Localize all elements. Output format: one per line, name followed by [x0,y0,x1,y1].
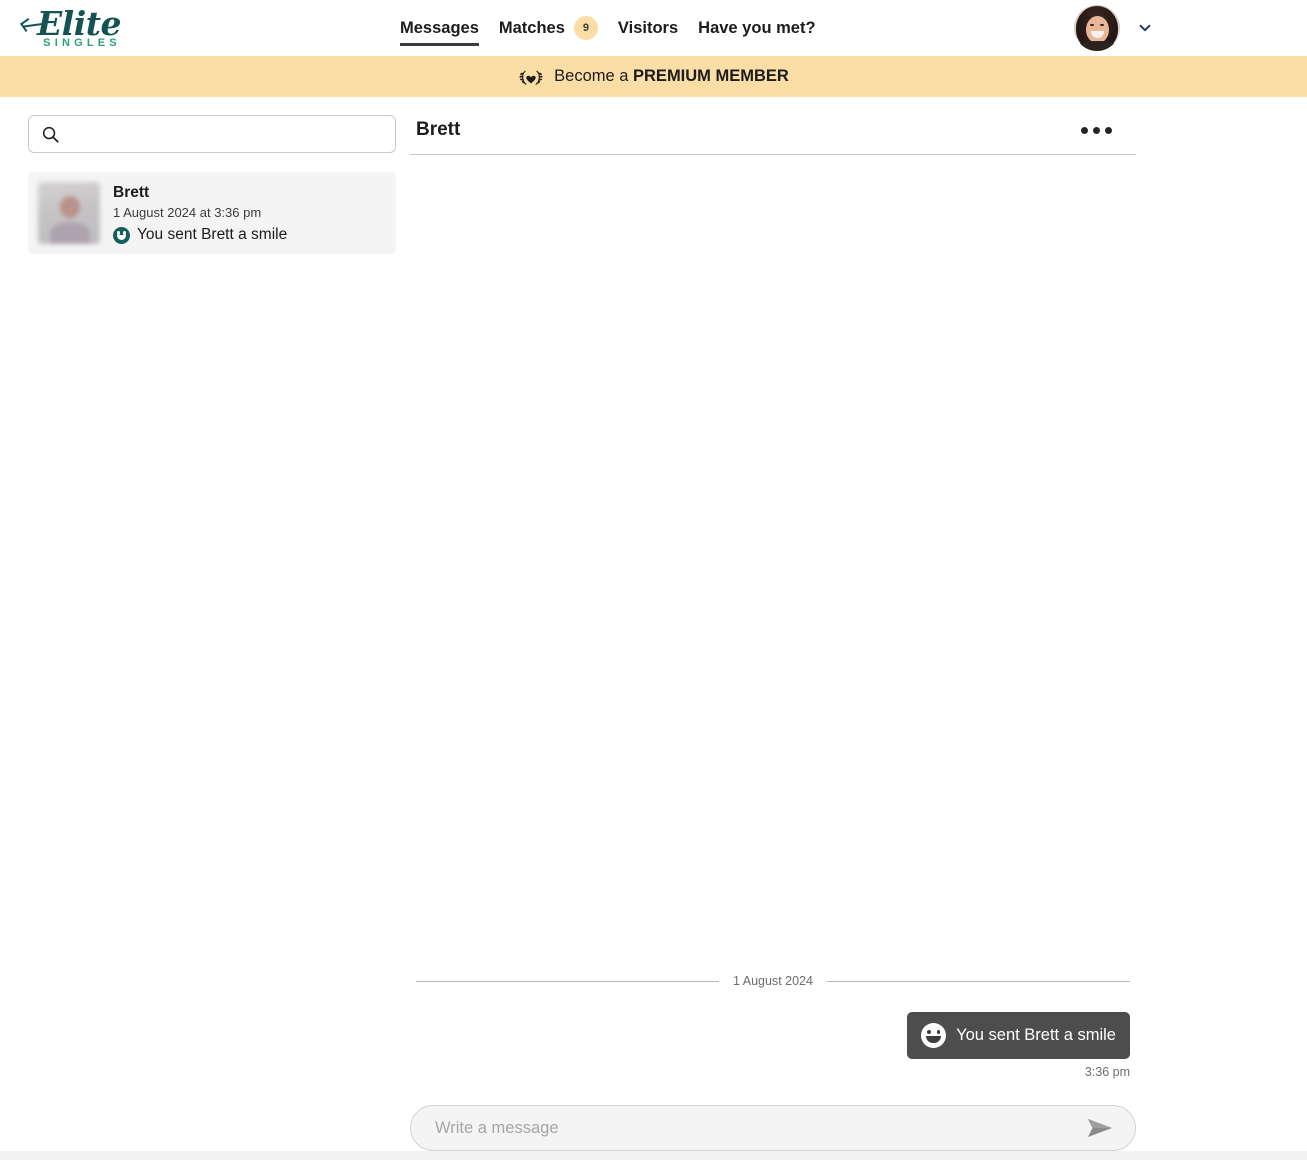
date-separator-label: 1 August 2024 [733,974,813,988]
composer-box[interactable] [410,1105,1136,1151]
message-timestamp: 3:36 pm [1084,1065,1130,1079]
list-item[interactable]: Brett 1 August 2024 at 3:36 pm You sent … [28,172,396,255]
message-row: You sent Brett a smile 3:36 pm [416,1012,1130,1079]
avatar-face [1086,16,1109,43]
avatar-body [1078,41,1116,51]
date-separator-line-right [826,980,1130,982]
conversation-preview: You sent Brett a smile [113,226,287,244]
conversation-meta: Brett 1 August 2024 at 3:36 pm You sent … [113,182,287,244]
thumbnail-head [60,196,80,218]
search-box[interactable] [28,115,396,153]
more-options-icon[interactable] [1081,126,1136,134]
message-text: You sent Brett a smile [956,1026,1116,1044]
premium-banner-text: Become a PREMIUM MEMBER [554,67,789,86]
laurel-heart-icon [519,69,543,85]
premium-banner-emphasis: PREMIUM MEMBER [633,67,789,85]
send-icon [1088,1119,1112,1137]
send-button[interactable] [1083,1111,1117,1145]
search-icon [42,126,59,143]
message-thread: 1 August 2024 You sent Brett a smile 3:3… [410,155,1136,1079]
nav-item-matches-label: Matches [498,18,565,37]
avatar-eye-right [1100,24,1104,26]
nav-item-have-you-met-label: Have you met? [698,18,816,37]
chevron-down-icon[interactable] [1138,21,1152,35]
date-separator: 1 August 2024 [416,974,1130,988]
smile-icon [113,226,130,244]
nav-item-have-you-met[interactable]: Have you met? [698,0,815,56]
thumbnail-body [50,222,90,244]
message-composer [410,1079,1136,1151]
avatar[interactable] [1074,5,1120,51]
bottom-strip [0,1151,1307,1160]
header-account-area [1074,0,1152,56]
nav-item-messages-label: Messages [400,18,479,37]
brand-logo[interactable]: Elite SINGLES [24,7,134,49]
page-title: Brett [416,119,461,140]
nav-item-messages[interactable]: Messages [400,0,479,56]
chat-header: Brett [410,97,1136,155]
top-header: Elite SINGLES Messages Matches 9 Visitor… [0,0,1307,56]
smile-icon [921,1023,947,1048]
avatar-eye-left [1090,24,1094,26]
premium-banner[interactable]: Become a PREMIUM MEMBER [0,56,1307,97]
premium-banner-prefix: Become a [554,67,634,85]
conversation-preview-text: You sent Brett a smile [137,226,288,244]
nav-item-matches[interactable]: Matches 9 [499,0,598,56]
conversation-timestamp: 1 August 2024 at 3:36 pm [113,205,262,221]
message-bubble: You sent Brett a smile [907,1012,1130,1059]
brand-logo-name: Elite [37,4,121,43]
date-separator-line-left [416,980,720,982]
main-content: Brett 1 August 2024 at 3:36 pm You sent … [0,97,1307,1151]
message-input[interactable] [435,1118,1083,1138]
nav-item-visitors-label: Visitors [617,18,679,37]
nav-item-visitors[interactable]: Visitors [618,0,678,56]
conversations-sidebar: Brett 1 August 2024 at 3:36 pm You sent … [0,97,410,1151]
main-navigation: Messages Matches 9 Visitors Have you met… [400,0,836,56]
conversation-name: Brett [113,184,150,201]
matches-count-badge: 9 [573,16,598,40]
chat-panel: Brett 1 August 2024 You sent Brett a smi… [410,97,1307,1151]
search-input[interactable] [68,125,383,143]
conversation-thumbnail [38,182,100,244]
